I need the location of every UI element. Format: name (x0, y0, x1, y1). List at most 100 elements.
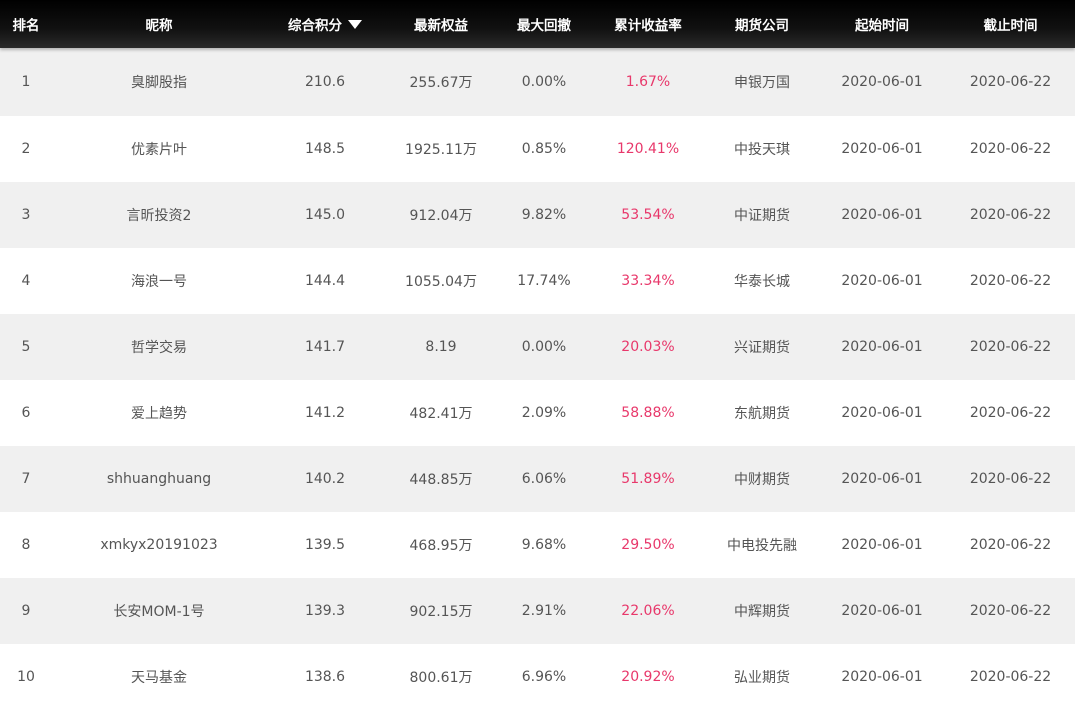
cell-drawdown: 0.00% (521, 339, 567, 355)
cell-nickname: 长安MOM-1号 (113, 604, 205, 620)
cell-rank: 5 (21, 339, 31, 355)
cell-start-date: 2020-06-01 (841, 603, 923, 619)
cell-yield: 53.54% (621, 207, 675, 223)
table-row: 9 长安MOM-1号 139.3 902.15万 2.91% 22.06% 中辉期货 2020… (0, 578, 1075, 644)
cell-equity: 1925.11万 (405, 142, 477, 158)
header-drawdown: 最大回撤 (517, 18, 571, 34)
cell-end-date: 2020-06-22 (969, 141, 1052, 157)
cell-broker: 东航期货 (734, 406, 790, 422)
cell-rank: 1 (21, 74, 31, 90)
cell-start-date: 2020-06-01 (841, 141, 923, 157)
cell-start-date: 2020-06-01 (841, 669, 923, 685)
cell-end-date: 2020-06-22 (969, 405, 1052, 421)
cell-yield: 51.89% (621, 471, 675, 487)
cell-drawdown: 17.74% (517, 273, 571, 289)
sort-desc-icon[interactable] (348, 20, 362, 29)
cell-nickname: 爱上趋势 (131, 406, 187, 422)
table-row: 5 哲学交易 141.7 8.19 0.00% 20.03% 兴证期货 2020-06-01 2… (0, 314, 1075, 380)
cell-yield: 22.06% (621, 603, 675, 619)
cell-equity: 255.67万 (409, 75, 473, 91)
table-body: 1 臭脚股指 210.6 255.67万 0.00% 1.67% 申银万国 2020-06-0… (0, 48, 1075, 710)
cell-rank: 6 (21, 405, 31, 421)
cell-nickname: 臭脚股指 (131, 75, 187, 91)
cell-broker: 华泰长城 (734, 274, 790, 290)
cell-start-date: 2020-06-01 (841, 537, 923, 553)
cell-rank: 8 (21, 537, 31, 553)
cell-score: 138.6 (304, 669, 346, 685)
cell-score: 144.4 (304, 273, 346, 289)
cell-nickname: 海浪一号 (131, 274, 187, 290)
cell-end-date: 2020-06-22 (969, 273, 1052, 289)
table-row: 2 优素片叶 148.5 1925.11万 0.85% 120.41% 中投天琪 2020-0… (0, 116, 1075, 182)
cell-nickname: xmkyx20191023 (100, 537, 218, 553)
cell-nickname: 天马基金 (131, 670, 187, 686)
header-score[interactable]: 综合积分 (266, 14, 384, 34)
cell-drawdown: 0.85% (521, 141, 567, 157)
cell-yield: 120.41% (616, 141, 680, 157)
cell-start-date: 2020-06-01 (841, 273, 923, 289)
cell-start-date: 2020-06-01 (841, 207, 923, 223)
cell-broker: 申银万国 (734, 75, 790, 91)
cell-end-date: 2020-06-22 (969, 537, 1052, 553)
cell-score: 139.3 (304, 603, 346, 619)
cell-yield: 20.92% (621, 669, 675, 685)
cell-drawdown: 6.96% (521, 669, 567, 685)
cell-score: 145.0 (304, 207, 346, 223)
cell-rank: 3 (21, 207, 31, 223)
header-equity: 最新权益 (414, 18, 468, 34)
cell-broker: 中电投先融 (727, 538, 797, 554)
cell-end-date: 2020-06-22 (969, 603, 1052, 619)
table-header: 排名 昵称 综合积分 最新权益 最大回撤 累计收益率 期货公司 起始时间 截止时… (0, 0, 1075, 48)
header-start: 起始时间 (855, 18, 909, 34)
cell-start-date: 2020-06-01 (841, 74, 923, 90)
cell-broker: 中投天琪 (734, 142, 790, 158)
cell-drawdown: 9.68% (521, 537, 567, 553)
cell-start-date: 2020-06-01 (841, 405, 923, 421)
cell-drawdown: 9.82% (521, 207, 567, 223)
cell-rank: 7 (21, 471, 31, 487)
table-row: 10 天马基金 138.6 800.61万 6.96% 20.92% 弘业期货 2020-06… (0, 644, 1075, 710)
cell-rank: 4 (21, 273, 31, 289)
cell-equity: 8.19 (425, 339, 457, 355)
header-broker: 期货公司 (735, 18, 789, 34)
table-row: 8 xmkyx20191023 139.5 468.95万 9.68% 29.50% 中电投… (0, 512, 1075, 578)
cell-equity: 902.15万 (409, 604, 473, 620)
header-score-label: 综合积分 (288, 18, 342, 34)
cell-drawdown: 0.00% (521, 74, 567, 90)
cell-start-date: 2020-06-01 (841, 471, 923, 487)
cell-drawdown: 6.06% (521, 471, 567, 487)
cell-drawdown: 2.09% (521, 405, 567, 421)
cell-broker: 兴证期货 (734, 340, 790, 356)
cell-nickname: 言昕投资2 (126, 208, 192, 224)
cell-end-date: 2020-06-22 (969, 74, 1052, 90)
cell-yield: 20.03% (621, 339, 675, 355)
table-row: 4 海浪一号 144.4 1055.04万 17.74% 33.34% 华泰长城 2020-0… (0, 248, 1075, 314)
cell-score: 140.2 (304, 471, 346, 487)
cell-score: 210.6 (304, 74, 346, 90)
cell-yield: 33.34% (621, 273, 675, 289)
cell-end-date: 2020-06-22 (969, 669, 1052, 685)
cell-equity: 448.85万 (409, 472, 473, 488)
table-row: 3 言昕投资2 145.0 912.04万 9.82% 53.54% 中证期货 2020-06… (0, 182, 1075, 248)
header-yield: 累计收益率 (614, 18, 682, 34)
ranking-table: 排名 昵称 综合积分 最新权益 最大回撤 累计收益率 期货公司 起始时间 截止时… (0, 0, 1075, 710)
table-row: 7 shhuanghuang 140.2 448.85万 6.06% 51.89% 中财期货… (0, 446, 1075, 512)
cell-start-date: 2020-06-01 (841, 339, 923, 355)
cell-score: 139.5 (304, 537, 346, 553)
cell-broker: 中财期货 (734, 472, 790, 488)
header-nickname: 昵称 (145, 18, 173, 34)
cell-yield: 58.88% (621, 405, 675, 421)
cell-nickname: shhuanghuang (106, 471, 212, 487)
cell-yield: 29.50% (621, 537, 675, 553)
cell-score: 141.7 (304, 339, 346, 355)
cell-score: 141.2 (304, 405, 346, 421)
cell-equity: 482.41万 (409, 406, 473, 422)
cell-rank: 9 (21, 603, 31, 619)
cell-nickname: 优素片叶 (131, 142, 187, 158)
cell-yield: 1.67% (625, 74, 671, 90)
cell-rank: 2 (21, 141, 31, 157)
header-end: 截止时间 (983, 18, 1038, 34)
cell-end-date: 2020-06-22 (969, 339, 1052, 355)
cell-nickname: 哲学交易 (131, 340, 187, 356)
cell-rank: 10 (17, 669, 35, 685)
